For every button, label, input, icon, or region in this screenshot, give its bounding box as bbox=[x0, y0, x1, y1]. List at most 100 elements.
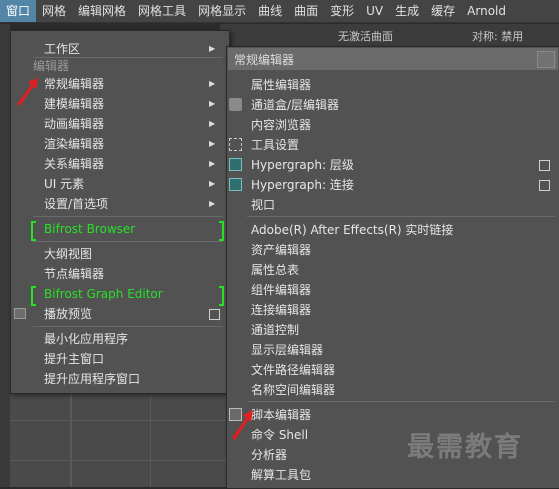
menu-item-relationship-editors[interactable]: 关系编辑器 ▶ bbox=[11, 154, 229, 174]
raise-app-windows-label: 提升应用程序窗口 bbox=[44, 372, 141, 386]
submenu-arrow-icon: ▶ bbox=[209, 179, 216, 188]
submenu-item-script-editor[interactable]: 脚本编辑器 bbox=[227, 405, 559, 425]
submenu-item-hypergraph-connections[interactable]: Hypergraph: 连接 bbox=[227, 175, 559, 195]
bracket-right-icon bbox=[219, 221, 224, 241]
main-menubar: 窗口 网格 编辑网格 网格工具 网格显示 曲线 曲面 变形 UV 生成 缓存 A… bbox=[0, 0, 559, 23]
menu-edit-mesh[interactable]: 编辑网格 bbox=[72, 0, 132, 22]
menu-curves[interactable]: 曲线 bbox=[252, 0, 288, 22]
menu-item-settings-preferences[interactable]: 设置/首选项 ▶ bbox=[11, 194, 229, 214]
menu-item-outliner[interactable]: 大纲视图 bbox=[11, 244, 229, 264]
menu-divider bbox=[33, 241, 223, 242]
menu-item-node-editor[interactable]: 节点编辑器 bbox=[11, 264, 229, 284]
tearoff-icon[interactable] bbox=[537, 51, 555, 68]
hypergraph-hierarchy-options-box[interactable] bbox=[539, 160, 550, 171]
submenu-item-channel-control[interactable]: 通道控制 bbox=[227, 320, 559, 340]
menu-generate[interactable]: 生成 bbox=[389, 0, 425, 22]
bracket-left-icon bbox=[31, 221, 36, 241]
submenu-arrow-icon: ▶ bbox=[209, 44, 216, 53]
playblast-label: 播放预览 bbox=[44, 307, 93, 321]
cube-icon bbox=[229, 98, 242, 111]
workspace-label: 工作区 bbox=[44, 42, 81, 56]
submenu-tearoff-bar[interactable]: 常规编辑器 bbox=[228, 48, 558, 70]
submenu-item-channel-box[interactable]: 通道盒/层编辑器 bbox=[227, 95, 559, 115]
minimize-app-label: 最小化应用程序 bbox=[44, 332, 129, 346]
menu-mesh-display[interactable]: 网格显示 bbox=[192, 0, 252, 22]
submenu-arrow-icon: ▶ bbox=[209, 99, 216, 108]
menu-item-ui-elements[interactable]: UI 元素 ▶ bbox=[11, 174, 229, 194]
submenu-item-attribute-spreadsheet[interactable]: 属性总表 bbox=[227, 260, 559, 280]
submenu-item-namespace-editor[interactable]: 名称空间编辑器 bbox=[227, 380, 559, 400]
display-layer-editor-label: 显示层编辑器 bbox=[251, 343, 324, 357]
node-editor-label: 节点编辑器 bbox=[44, 267, 105, 281]
menu-mesh[interactable]: 网格 bbox=[36, 0, 72, 22]
channel-box-label: 通道盒/层编辑器 bbox=[251, 98, 340, 112]
menu-item-bifrost-browser[interactable]: Bifrost Browser bbox=[11, 219, 229, 241]
submenu-arrow-icon: ▶ bbox=[209, 159, 216, 168]
menu-item-bifrost-graph-editor[interactable]: Bifrost Graph Editor bbox=[11, 284, 229, 306]
attribute-editor-label: 属性编辑器 bbox=[251, 78, 312, 92]
submenu-item-viewport[interactable]: 视口 bbox=[227, 195, 559, 215]
relationship-editors-label: 关系编辑器 bbox=[44, 157, 105, 171]
menu-mesh-tools[interactable]: 网格工具 bbox=[132, 0, 192, 22]
menu-arnold[interactable]: Arnold bbox=[461, 0, 512, 22]
submenu-item-hypergraph-hierarchy[interactable]: Hypergraph: 层级 bbox=[227, 155, 559, 175]
menu-item-modeling-editors[interactable]: 建模编辑器 ▶ bbox=[11, 94, 229, 114]
menu-uv[interactable]: UV bbox=[360, 0, 389, 22]
submenu-item-file-path-editor[interactable]: 文件路径编辑器 bbox=[227, 360, 559, 380]
submenu-item-display-layer-editor[interactable]: 显示层编辑器 bbox=[227, 340, 559, 360]
submenu-item-component-editor[interactable]: 组件编辑器 bbox=[227, 280, 559, 300]
submenu-item-attribute-editor[interactable]: 属性编辑器 bbox=[227, 75, 559, 95]
hypergraph-icon bbox=[229, 158, 242, 171]
submenu-arrow-icon: ▶ bbox=[209, 119, 216, 128]
live-surface-field[interactable]: 无激活曲面 bbox=[338, 28, 393, 44]
submenu-item-solver-package[interactable]: 解算工具包 bbox=[227, 465, 559, 485]
menu-item-workspace[interactable]: 工作区 ▶ bbox=[11, 39, 229, 59]
component-editor-label: 组件编辑器 bbox=[251, 283, 312, 297]
menu-item-general-editors[interactable]: 常规编辑器 ▶ bbox=[11, 74, 229, 94]
submenu-item-asset-editor[interactable]: 资产编辑器 bbox=[227, 240, 559, 260]
bracket-right-icon bbox=[219, 286, 224, 306]
asset-editor-label: 资产编辑器 bbox=[251, 243, 312, 257]
animation-editors-label: 动画编辑器 bbox=[44, 117, 105, 131]
file-path-editor-label: 文件路径编辑器 bbox=[251, 363, 336, 377]
left-toolbox bbox=[0, 24, 10, 487]
submenu-item-content-browser[interactable]: 内容浏览器 bbox=[227, 115, 559, 135]
bifrost-graph-editor-label: Bifrost Graph Editor bbox=[44, 287, 163, 301]
script-editor-label: 脚本编辑器 bbox=[251, 408, 312, 422]
menu-item-playblast[interactable]: 播放预览 bbox=[11, 304, 229, 324]
submenu-arrow-icon: ▶ bbox=[209, 199, 216, 208]
profiler-label: 分析器 bbox=[251, 448, 288, 462]
hypergraph-hierarchy-label: Hypergraph: 层级 bbox=[251, 158, 354, 172]
general-editors-submenu: 常规编辑器 属性编辑器 通道盒/层编辑器 内容浏览器 工具设置 Hypergra… bbox=[226, 46, 559, 489]
viewport-label: 视口 bbox=[251, 198, 276, 212]
playblast-icon bbox=[14, 308, 26, 319]
playblast-options-box[interactable] bbox=[209, 309, 220, 320]
hypergraph-connections-options-box[interactable] bbox=[539, 180, 550, 191]
submenu-arrow-icon: ▶ bbox=[209, 79, 216, 88]
watermark-text: 最需教育 bbox=[407, 432, 523, 463]
menu-item-raise-app-windows[interactable]: 提升应用程序窗口 bbox=[11, 369, 229, 389]
menu-surfaces[interactable]: 曲面 bbox=[288, 0, 324, 22]
menu-deform[interactable]: 变形 bbox=[324, 0, 360, 22]
tool-settings-label: 工具设置 bbox=[251, 138, 300, 152]
window-menu: 工作区 ▶ 编辑器 常规编辑器 ▶ 建模编辑器 ▶ 动画编辑器 ▶ 渲染编辑器 … bbox=[10, 30, 230, 394]
bracket-left-icon bbox=[31, 286, 36, 306]
submenu-item-connection-editor[interactable]: 连接编辑器 bbox=[227, 300, 559, 320]
submenu-item-after-effects-link[interactable]: Adobe(R) After Effects(R) 实时链接 bbox=[227, 220, 559, 240]
menu-item-animation-editors[interactable]: 动画编辑器 ▶ bbox=[11, 114, 229, 134]
menu-divider bbox=[33, 326, 223, 327]
menu-item-rendering-editors[interactable]: 渲染编辑器 ▶ bbox=[11, 134, 229, 154]
menu-item-minimize-app[interactable]: 最小化应用程序 bbox=[11, 329, 229, 349]
submenu-item-tool-settings[interactable]: 工具设置 bbox=[227, 135, 559, 155]
connection-editor-label: 连接编辑器 bbox=[251, 303, 312, 317]
menu-item-raise-main-window[interactable]: 提升主窗口 bbox=[11, 349, 229, 369]
symmetry-field[interactable]: 对称: 禁用 bbox=[472, 28, 523, 44]
general-editors-label: 常规编辑器 bbox=[44, 77, 105, 91]
menu-cache[interactable]: 缓存 bbox=[425, 0, 461, 22]
status-line: 无激活曲面 对称: 禁用 bbox=[220, 24, 559, 48]
modeling-editors-label: 建模编辑器 bbox=[44, 97, 105, 111]
menu-window[interactable]: 窗口 bbox=[0, 0, 37, 22]
settings-preferences-label: 设置/首选项 bbox=[44, 197, 109, 211]
ui-elements-label: UI 元素 bbox=[44, 177, 85, 191]
raise-main-window-label: 提升主窗口 bbox=[44, 352, 105, 366]
